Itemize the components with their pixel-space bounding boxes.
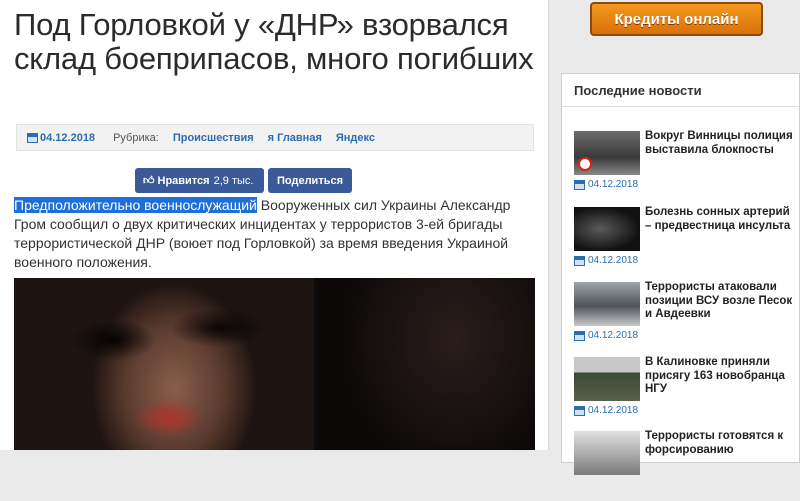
calendar-icon — [574, 255, 585, 266]
article-meta: 04.12.2018 Рубрика: Происшествия я Главн… — [16, 124, 534, 151]
calendar-icon — [574, 179, 585, 190]
calendar-icon — [574, 330, 585, 341]
rubric-label: Рубрика: — [113, 131, 159, 144]
facebook-share-button[interactable]: Поделиться — [268, 168, 352, 193]
news-date-text: 04.12.2018 — [588, 255, 639, 266]
news-item[interactable]: Вокруг Винницы полиция выставила блокпос… — [574, 130, 799, 201]
like-count: 2,9 тыс. — [213, 174, 254, 187]
news-thumbnail[interactable] — [574, 282, 640, 326]
photo-hood-shadow — [314, 278, 535, 450]
article-title: Под Горловкой у «ДНР» взорвался склад бо… — [14, 7, 534, 76]
news-date: 04.12.2018 — [574, 255, 638, 266]
news-date: 04.12.2018 — [574, 330, 638, 341]
calendar-icon — [574, 405, 585, 416]
tag-link[interactable]: Яндекс — [336, 132, 375, 144]
news-date: 04.12.2018 — [574, 179, 638, 190]
news-date-text: 04.12.2018 — [588, 179, 639, 190]
facebook-like-button[interactable]: 👍︎ Нравится 2,9 тыс. — [135, 168, 264, 193]
news-thumbnail[interactable] — [574, 431, 640, 475]
like-label: Нравится — [157, 174, 210, 187]
news-date-text: 04.12.2018 — [588, 405, 639, 416]
photo-detail — [134, 398, 204, 438]
article: Под Горловкой у «ДНР» взорвался склад бо… — [0, 0, 549, 450]
news-item[interactable]: Террористы атаковали позиции ВСУ возле П… — [574, 281, 799, 352]
news-title[interactable]: Террористы готовятся к форсированию — [645, 430, 797, 457]
calendar-icon — [27, 132, 38, 143]
news-title[interactable]: В Калиновке приняли присягу 163 новобран… — [645, 356, 797, 397]
news-title[interactable]: Болезнь сонных артерий – предвестница ин… — [645, 206, 797, 233]
latest-news-widget: Последние новости Вокруг Винницы полиция… — [561, 73, 800, 475]
article-date: 04.12.2018 — [40, 131, 96, 144]
news-item[interactable]: Болезнь сонных артерий – предвестница ин… — [574, 206, 799, 277]
news-title[interactable]: Террористы атаковали позиции ВСУ возле П… — [645, 281, 797, 322]
tag-link[interactable]: Происшествия — [173, 132, 254, 144]
news-title[interactable]: Вокруг Винницы полиция выставила блокпос… — [645, 130, 797, 157]
thumbs-up-icon: 👍︎ — [143, 175, 155, 187]
news-item[interactable]: Террористы готовятся к форсированию — [574, 430, 799, 501]
tag-link[interactable]: я Главная — [268, 132, 322, 144]
stop-sign-icon — [578, 157, 592, 171]
latest-news-header: Последние новости — [562, 74, 799, 107]
article-body: Предположительно военнослужащий Вооружен… — [14, 196, 534, 272]
credit-online-button[interactable]: Кредиты онлайн — [590, 2, 763, 36]
news-thumbnail[interactable] — [574, 207, 640, 251]
news-item[interactable]: В Калиновке приняли присягу 163 новобран… — [574, 356, 799, 427]
article-photo — [14, 278, 535, 450]
news-date: 04.12.2018 — [574, 405, 638, 416]
news-date-text: 04.12.2018 — [588, 330, 639, 341]
sidebar: Кредиты онлайн Последние новости Вокруг … — [549, 0, 800, 475]
news-thumbnail[interactable] — [574, 131, 640, 175]
news-thumbnail[interactable] — [574, 357, 640, 401]
selected-text: Предположительно военнослужащий — [14, 197, 257, 213]
